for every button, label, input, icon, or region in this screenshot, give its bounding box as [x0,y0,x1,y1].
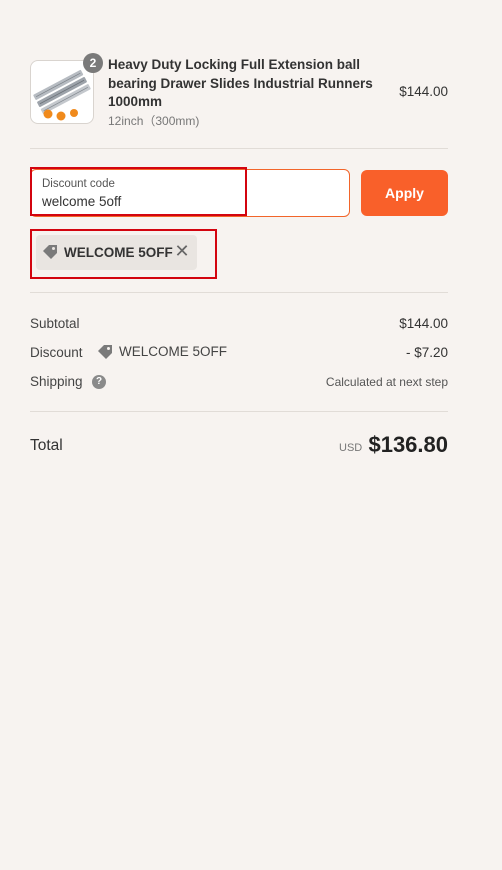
divider [30,292,448,293]
discount-value: - $7.20 [405,345,448,360]
discount-code-text: WELCOME 5OFF [119,344,228,359]
product-variant: 12inch（300mm) [108,114,200,128]
divider [30,148,448,149]
question-icon[interactable]: ? [92,375,106,389]
total-label: Total [30,437,63,454]
drawer-slides-image [31,61,93,123]
subtotal-label: Subtotal [30,316,80,331]
product-title: Heavy Duty Locking Full Extension ball b… [108,57,373,109]
tag-icon [98,345,112,359]
product-thumbnail: 2 [30,53,103,124]
line-item: 2 Heavy Duty Locking Full Extension ball… [30,53,448,130]
discount-code-label: Discount code [42,178,115,190]
close-icon[interactable]: ✕ [172,241,192,261]
apply-button[interactable]: Apply [361,170,448,216]
shipping-value: Calculated at next step [325,375,448,389]
divider [30,411,448,412]
discount-code-input[interactable] [42,194,332,209]
applied-discount-chip: WELCOME 5OFF ✕ [36,235,197,270]
quantity-badge: 2 [83,53,103,73]
discount-label: Discount [30,345,83,360]
applied-discount-code: WELCOME 5OFF [64,245,173,260]
subtotal-value: $144.00 [399,316,448,331]
total-amount: $136.80 [368,432,448,457]
discount-code-field[interactable]: Discount code [30,169,350,217]
product-price: $144.00 [399,84,448,99]
tag-icon [43,245,57,259]
currency-code: USD [339,442,363,454]
order-summary: 2 Heavy Duty Locking Full Extension ball… [0,0,502,870]
shipping-label: Shipping [30,374,83,389]
